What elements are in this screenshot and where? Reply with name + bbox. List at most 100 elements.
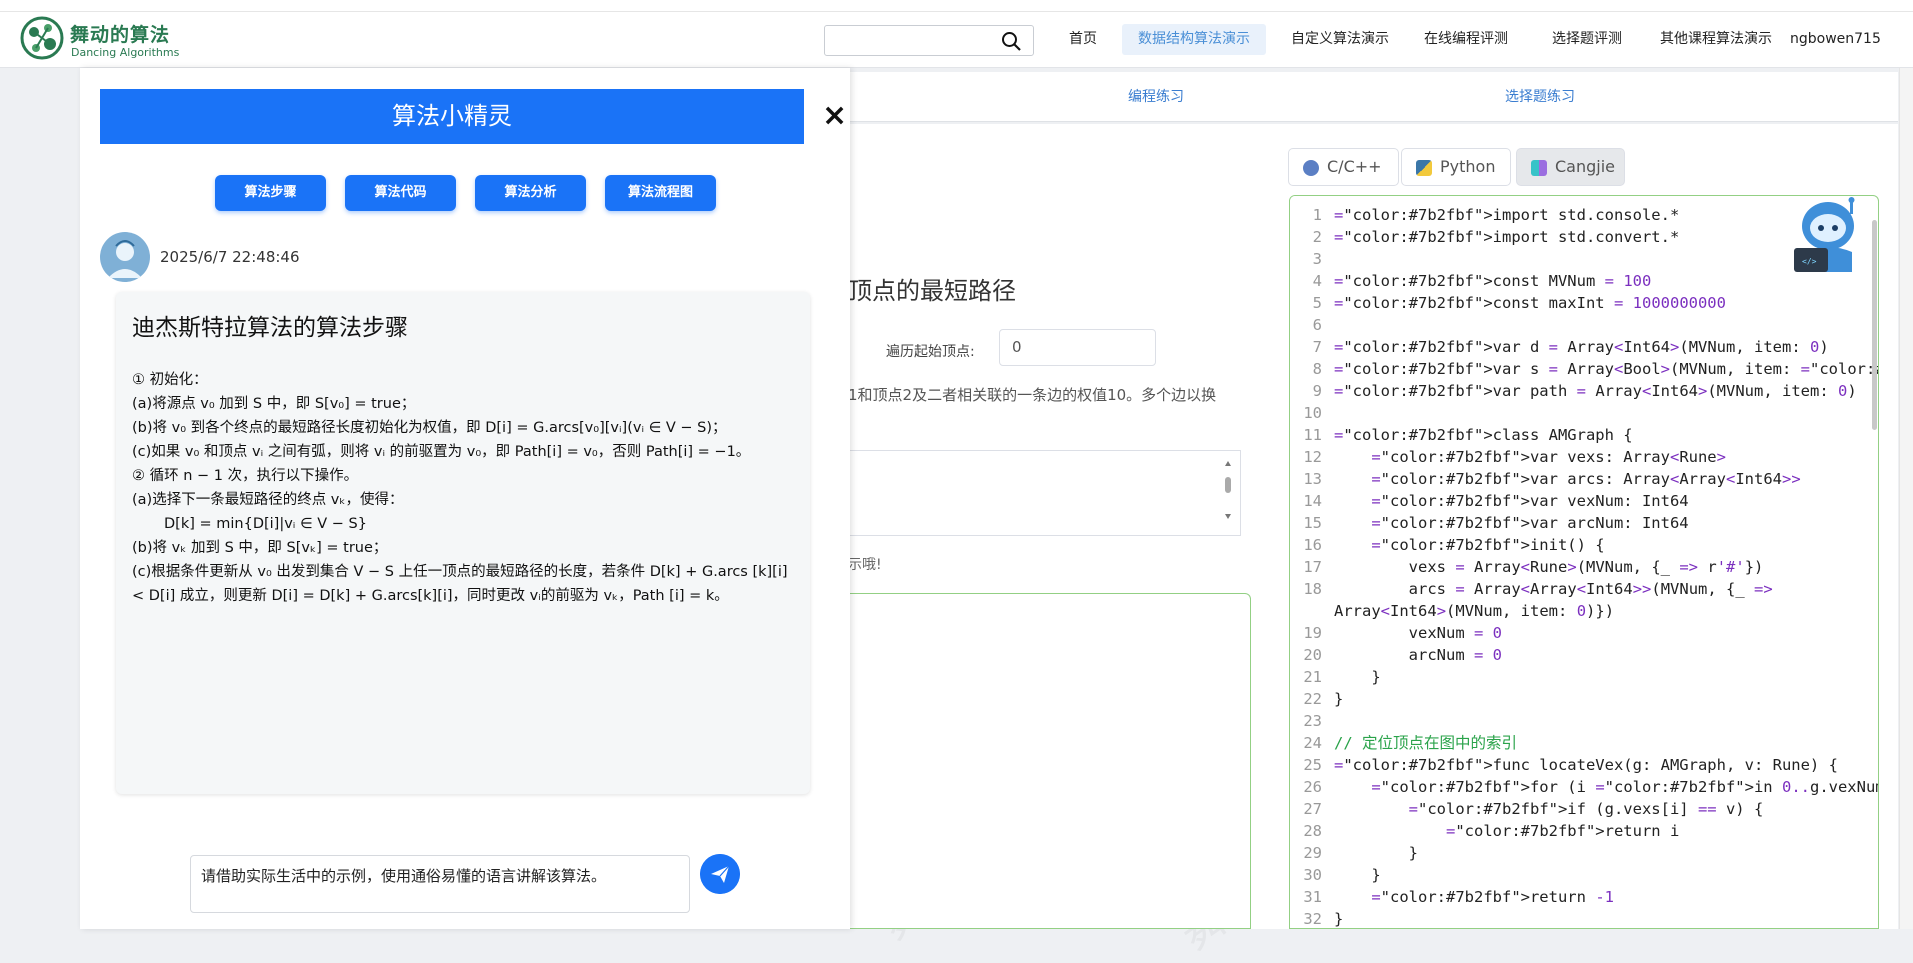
visualization-area — [848, 593, 1251, 929]
cpp-icon — [1303, 160, 1319, 176]
code-line: 27 ="color:#7b2fbf">if (g.vexs[i] == v) … — [1290, 798, 1870, 820]
message-line: (a)将源点 v₀ 加到 S 中，即 S[v₀] = true； — [132, 396, 416, 412]
code-text: ="color:#7b2fbf">init() { — [1371, 536, 1605, 554]
code-text: ="color:#7b2fbf">return -1 — [1371, 888, 1614, 906]
code-line: 21 } — [1290, 666, 1870, 688]
code-text: Array<Int64>(MVNum, item: 0)}) — [1334, 602, 1615, 620]
robot-assistant-icon[interactable]: </> — [1790, 196, 1866, 276]
message-line: (c)如果 v₀ 和顶点 vᵢ 之间有弧，则将 vᵢ 的前驱置为 v₀，即 Pa… — [132, 444, 751, 460]
code-text: ="color:#7b2fbf">if (g.vexs[i] == v) { — [1408, 800, 1764, 818]
line-number: 10 — [1303, 404, 1322, 422]
code-line: 10 — [1290, 402, 1870, 424]
code-editor[interactable]: 1 ="color:#7b2fbf">import std.console.* 2 =… — [1289, 195, 1879, 929]
code-text: } — [1334, 668, 1381, 686]
code-line: 26 ="color:#7b2fbf">for (i ="color:#7b2f… — [1290, 776, 1878, 798]
code-line: 13 ="color:#7b2fbf">var arcs: Array<Arra… — [1290, 468, 1870, 490]
nav-custom-algorithm-demo[interactable]: 自定义算法演示 — [1282, 24, 1398, 55]
code-line: 20 arcNum = 0 — [1290, 644, 1870, 666]
code-text: ="color:#7b2fbf">return i — [1445, 822, 1680, 840]
code-line: 2 ="color:#7b2fbf">import std.convert.* — [1290, 226, 1870, 248]
code-line: 31 ="color:#7b2fbf">return -1 — [1290, 886, 1870, 908]
code-line: 32} — [1290, 908, 1870, 928]
code-line: 7 ="color:#7b2fbf">var d = Array<Int64>(M… — [1290, 336, 1870, 358]
code-text: ="color:#7b2fbf">var path = Array<Int64>… — [1334, 382, 1857, 400]
line-number: 19 — [1303, 624, 1322, 642]
page-scrollbar[interactable] — [1899, 68, 1913, 929]
code-line: 30 } — [1290, 864, 1870, 886]
close-button[interactable]: × — [822, 101, 847, 131]
code-text: ="color:#7b2fbf">import std.convert.* — [1334, 228, 1680, 246]
code-line: 18 arcs = Array<Array<Int64>>(MVNum, {_ … — [1290, 578, 1870, 600]
code-text: ="color:#7b2fbf">class AMGraph { — [1334, 426, 1633, 444]
code-line: 4 ="color:#7b2fbf">const MVNum = 100 — [1290, 270, 1870, 292]
code-line: 11 ="color:#7b2fbf">class AMGraph { — [1290, 424, 1870, 446]
line-number: 22 — [1303, 690, 1322, 708]
user-name[interactable]: ngbowen715 — [1790, 24, 1884, 55]
algorithm-steps-button[interactable]: 算法步骤 — [215, 175, 326, 211]
line-number: 15 — [1303, 514, 1322, 532]
algorithm-code-button[interactable]: 算法代码 — [345, 175, 456, 211]
code-line: 9 ="color:#7b2fbf">var path = Array<Int64… — [1290, 380, 1870, 402]
tab-choice-practice[interactable]: 选择题练习 — [1505, 86, 1575, 106]
line-number: 20 — [1303, 646, 1322, 664]
lang-cpp-button[interactable]: C/C++ — [1288, 148, 1399, 186]
textarea-scrollbar[interactable] — [1224, 459, 1232, 529]
start-vertex-label: 遍历起始顶点: — [886, 344, 975, 360]
lang-cangjie-button[interactable]: Cangjie — [1516, 148, 1625, 186]
code-text: ="color:#7b2fbf">var s = Array<Bool>(MVN… — [1334, 360, 1878, 378]
lang-python-button[interactable]: Python — [1401, 148, 1511, 186]
nav-home[interactable]: 首页 — [1062, 24, 1104, 55]
search-input[interactable] — [831, 26, 1001, 55]
message-line: ② 循环 n − 1 次，执行以下操作。 — [132, 468, 359, 484]
code-text: ="color:#7b2fbf">var vexs: Array<Rune> — [1371, 448, 1726, 466]
lang-cpp-label: C/C++ — [1327, 157, 1382, 176]
code-line: 29 } — [1290, 842, 1870, 864]
graph-input-textarea[interactable] — [848, 450, 1241, 536]
line-number: 14 — [1303, 492, 1322, 510]
send-button[interactable] — [700, 854, 740, 894]
code-line: 12 ="color:#7b2fbf">var vexs: Array<Rune… — [1290, 446, 1870, 468]
sub-navbar: 编程练习 选择题练习 — [848, 72, 1898, 122]
line-number: 18 — [1303, 580, 1322, 598]
start-vertex-input[interactable]: 0 — [999, 329, 1156, 366]
brand-title[interactable]: 舞动的算法 — [70, 20, 170, 47]
code-line: 15 ="color:#7b2fbf">var arcNum: Int64 — [1290, 512, 1870, 534]
line-number: 1 — [1312, 206, 1322, 224]
code-text: ="color:#7b2fbf">func locateVex(g: AMGra… — [1334, 756, 1838, 774]
code-line: 3 — [1290, 248, 1870, 270]
editor-scrollbar[interactable] — [1872, 220, 1877, 430]
search-icon[interactable] — [1001, 31, 1021, 51]
code-text: ="color:#7b2fbf">var vexNum: Int64 — [1371, 492, 1689, 510]
message-line: D[k] = min{D[i]|vᵢ ∈ V − S} — [164, 516, 367, 532]
message-line: (c)根据条件更新从 v₀ 出发到集合 V − S 上任一顶点的最短路径的长度，… — [132, 564, 788, 604]
message-line: (b)将 v₀ 到各个终点的最短路径长度初始化为权值，即 D[i] = G.ar… — [132, 420, 727, 436]
algorithm-analysis-button[interactable]: 算法分析 — [475, 175, 586, 211]
question-input[interactable]: 请借助实际生活中的示例，使用通俗易懂的语言讲解该算法。 — [190, 855, 690, 913]
nav-online-judge[interactable]: 在线编程评测 — [1416, 24, 1516, 55]
code-line: Array<Int64>(MVNum, item: 0)}) — [1290, 600, 1870, 622]
line-number: 24 — [1303, 734, 1322, 752]
lang-cangjie-label: Cangjie — [1555, 157, 1616, 176]
message-timestamp: 2025/6/7 22:48:46 — [160, 248, 300, 266]
nav-choice-quiz[interactable]: 选择题评测 — [1542, 24, 1632, 55]
line-number: 30 — [1303, 866, 1322, 884]
code-text: arcNum = 0 — [1334, 646, 1503, 664]
nav-ds-algorithm-demo[interactable]: 数据结构算法演示 — [1122, 24, 1266, 55]
message-title: 迪杰斯特拉算法的算法步骤 — [132, 315, 408, 341]
avatar-icon — [108, 240, 142, 278]
line-number: 27 — [1303, 800, 1322, 818]
line-number: 31 — [1303, 888, 1322, 906]
nav-other-course-demo[interactable]: 其他课程算法演示 — [1654, 24, 1778, 55]
line-number: 3 — [1312, 250, 1322, 268]
search-box — [824, 25, 1034, 56]
message-line: (a)选择下一条最短路径的终点 vₖ，使得： — [132, 492, 404, 508]
code-line: 17 vexs = Array<Rune>(MVNum, {_ => r'#'}… — [1290, 556, 1870, 578]
logo-icon — [20, 16, 64, 60]
code-line: 8 ="color:#7b2fbf">var s = Array<Bool>(MV… — [1290, 358, 1878, 380]
line-number: 28 — [1303, 822, 1322, 840]
algorithm-flowchart-button[interactable]: 算法流程图 — [605, 175, 716, 211]
message-line: (b)将 vₖ 加到 S 中，即 S[vₖ] = true； — [132, 540, 388, 556]
line-number: 25 — [1303, 756, 1322, 774]
code-line: 5 ="color:#7b2fbf">const maxInt = 1000000… — [1290, 292, 1870, 314]
tab-programming-practice[interactable]: 编程练习 — [1128, 86, 1184, 106]
